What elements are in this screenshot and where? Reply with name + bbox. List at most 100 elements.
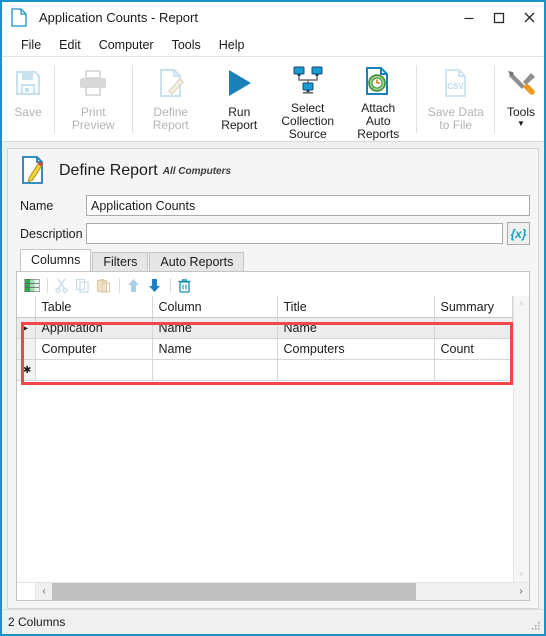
toolbar-separator bbox=[416, 65, 418, 133]
toolbar: Save Print Preview Define Report Run Rep… bbox=[2, 57, 544, 142]
toolbar-label-run-report: Run Report bbox=[221, 105, 258, 132]
scroll-right-icon[interactable]: › bbox=[513, 586, 529, 597]
grid-table: Table Column Title Summary ▸ Application bbox=[17, 296, 513, 381]
toolbar-label-print-preview: Print Preview bbox=[71, 105, 115, 132]
toolbar-label-tools: Tools bbox=[506, 105, 535, 119]
column-header-column[interactable]: Column bbox=[152, 296, 278, 318]
toolbar-label-attach-auto-reports: Attach Auto Reports bbox=[357, 101, 400, 141]
hscroll-track[interactable] bbox=[52, 583, 513, 600]
window-title: Application Counts - Report bbox=[39, 10, 198, 25]
cell-column[interactable] bbox=[152, 359, 278, 381]
cell-table[interactable]: Application bbox=[35, 317, 153, 339]
grid-header-row: Table Column Title Summary bbox=[17, 296, 513, 318]
toolbar-label-save-data-to-file: Save Data to File bbox=[427, 105, 484, 132]
delete-trash-icon[interactable] bbox=[175, 276, 194, 295]
grid-container: Table Column Title Summary ▸ Application bbox=[17, 296, 529, 582]
tab-bar: Columns Filters Auto Reports bbox=[16, 249, 530, 271]
move-down-icon[interactable] bbox=[145, 276, 164, 295]
tab-auto-reports[interactable]: Auto Reports bbox=[149, 252, 245, 271]
move-up-icon[interactable] bbox=[124, 276, 143, 295]
chevron-down-icon[interactable]: ▼ bbox=[517, 120, 525, 128]
table-row[interactable]: Computer Name Computers Count bbox=[17, 338, 513, 360]
description-row: Description {x} bbox=[16, 221, 530, 246]
document-pencil-icon bbox=[20, 155, 50, 187]
cell-column[interactable]: Name bbox=[152, 317, 278, 339]
scroll-left-icon[interactable]: ‹ bbox=[36, 586, 52, 597]
hscroll-thumb[interactable] bbox=[52, 583, 417, 600]
cell-table[interactable] bbox=[35, 359, 153, 381]
new-row-placeholder[interactable]: ✱ bbox=[17, 359, 513, 381]
column-header-title[interactable]: Title bbox=[277, 296, 435, 318]
column-header-summary[interactable]: Summary bbox=[434, 296, 513, 318]
expression-builder-button[interactable]: {x} bbox=[507, 222, 530, 245]
paste-icon bbox=[94, 276, 113, 295]
cell-column[interactable]: Name bbox=[152, 338, 278, 360]
menu-item-tools[interactable]: Tools bbox=[163, 36, 210, 54]
hscroll-body[interactable]: ‹ › bbox=[36, 583, 529, 600]
columns-grid: Table Column Title Summary ▸ Application bbox=[17, 296, 513, 582]
grid-toolbar-separator bbox=[47, 277, 48, 293]
play-triangle-icon bbox=[222, 63, 256, 103]
menu-item-edit[interactable]: Edit bbox=[50, 36, 90, 54]
cell-title[interactable]: Computers bbox=[277, 338, 435, 360]
toolbar-button-run-report[interactable]: Run Report bbox=[206, 57, 272, 141]
minimize-icon[interactable] bbox=[454, 2, 484, 33]
toolbar-button-save[interactable]: Save bbox=[5, 57, 51, 141]
resize-grip-icon[interactable] bbox=[531, 621, 541, 631]
network-computers-icon bbox=[291, 63, 325, 99]
svg-text:CSV: CSV bbox=[447, 82, 464, 91]
toolbar-label-save: Save bbox=[14, 105, 42, 119]
toolbar-separator bbox=[494, 65, 495, 133]
toolbar-button-attach-auto-reports[interactable]: Attach Auto Reports bbox=[343, 57, 414, 141]
panel-header: Define Report All Computers bbox=[16, 149, 530, 193]
document-icon bbox=[11, 7, 29, 28]
row-indicator bbox=[17, 338, 36, 360]
cell-table[interactable]: Computer bbox=[35, 338, 153, 360]
tab-filters[interactable]: Filters bbox=[92, 252, 149, 271]
menu-item-help[interactable]: Help bbox=[210, 36, 254, 54]
document-pencil-icon bbox=[157, 63, 185, 103]
clock-document-icon bbox=[363, 63, 393, 99]
scrollbar-corner bbox=[17, 583, 36, 600]
column-header-table[interactable]: Table bbox=[35, 296, 153, 318]
toolbar-button-save-data-to-file[interactable]: CSV Save Data to File bbox=[420, 57, 491, 141]
toolbar-separator bbox=[54, 65, 55, 133]
name-row: Name bbox=[16, 193, 530, 218]
toolbar-button-tools[interactable]: Tools ▼ bbox=[498, 57, 544, 141]
cell-summary[interactable]: Count bbox=[434, 338, 513, 360]
application-window: Application Counts - Report File Edit Co… bbox=[0, 0, 546, 636]
window-controls bbox=[454, 2, 544, 33]
csv-file-icon: CSV bbox=[442, 63, 470, 103]
name-input[interactable] bbox=[86, 195, 530, 216]
cell-title[interactable] bbox=[277, 359, 435, 381]
save-floppy-icon bbox=[13, 63, 43, 103]
grid-toolbar-separator bbox=[119, 277, 120, 293]
description-input[interactable] bbox=[86, 223, 503, 244]
report-scope-label: All Computers bbox=[162, 165, 232, 177]
cell-title[interactable]: Name bbox=[277, 317, 435, 339]
toolbar-label-define-report: Define Report bbox=[152, 105, 189, 132]
description-label: Description bbox=[20, 226, 83, 241]
name-label: Name bbox=[20, 198, 54, 213]
define-report-panel: Define Report All Computers Name Descrip… bbox=[7, 148, 539, 609]
maximize-icon[interactable] bbox=[484, 2, 514, 33]
scroll-up-icon[interactable]: ˄ bbox=[519, 299, 524, 309]
toolbar-label-select-collection-source: Select Collection Source bbox=[281, 101, 335, 141]
grid-vertical-scrollbar[interactable]: ˄ ˅ bbox=[513, 296, 529, 582]
grid-horizontal-scrollbar[interactable]: ‹ › bbox=[17, 582, 529, 600]
page-title: Define Report bbox=[59, 162, 158, 179]
cell-summary[interactable] bbox=[434, 359, 513, 381]
cell-summary[interactable] bbox=[434, 317, 513, 339]
toolbar-button-define-report[interactable]: Define Report bbox=[136, 57, 207, 141]
menu-item-file[interactable]: File bbox=[12, 36, 50, 54]
toolbar-button-select-collection-source[interactable]: Select Collection Source bbox=[272, 57, 343, 141]
printer-icon bbox=[77, 63, 109, 103]
add-column-icon[interactable] bbox=[22, 276, 41, 295]
menu-item-computer[interactable]: Computer bbox=[90, 36, 163, 54]
table-row[interactable]: ▸ Application Name Name bbox=[17, 317, 513, 339]
tab-columns[interactable]: Columns bbox=[20, 249, 92, 271]
toolbar-button-print-preview[interactable]: Print Preview bbox=[58, 57, 129, 141]
copy-icon bbox=[73, 276, 92, 295]
close-icon[interactable] bbox=[514, 2, 544, 33]
scroll-down-icon[interactable]: ˅ bbox=[519, 569, 524, 579]
